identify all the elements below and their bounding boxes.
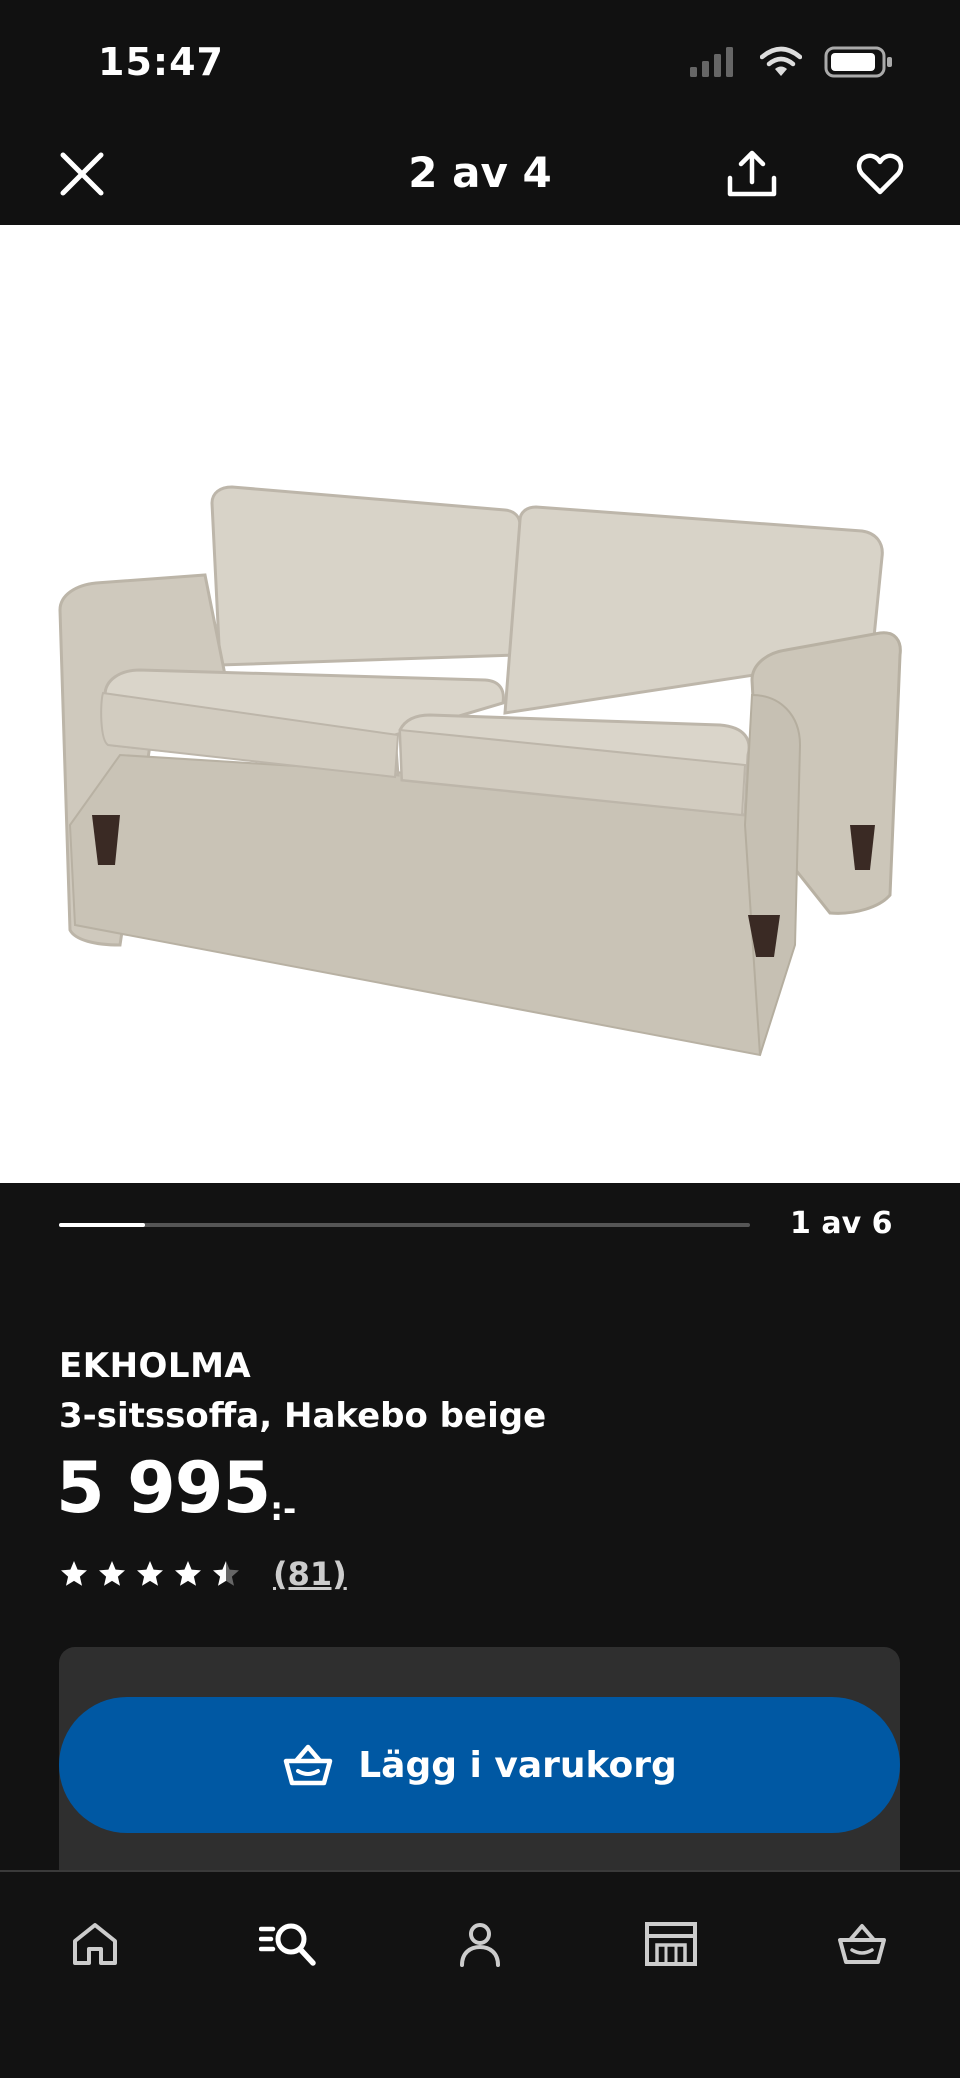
star-icon — [175, 1561, 201, 1586]
rating-stars — [59, 1559, 241, 1589]
profile-icon — [460, 1923, 500, 1967]
search-list-icon — [259, 1923, 316, 1966]
add-to-cart-label: Lägg i varukorg — [358, 1744, 677, 1786]
price-suffix: :- — [270, 1490, 297, 1528]
product-price: 5 995 :- — [56, 1447, 297, 1529]
price-amount: 5 995 — [56, 1447, 271, 1529]
star-icon — [137, 1561, 163, 1586]
image-counter: 2 av 4 — [408, 148, 552, 197]
nav-search[interactable] — [252, 1908, 324, 1980]
status-time: 15:47 — [98, 40, 224, 84]
star-icon — [61, 1561, 87, 1586]
share-icon — [727, 150, 777, 197]
top-nav: 2 av 4 — [0, 120, 960, 225]
home-icon — [73, 1923, 117, 1965]
store-icon — [645, 1922, 697, 1966]
nav-profile[interactable] — [444, 1908, 516, 1980]
gallery-progress-fill — [59, 1223, 146, 1227]
bottom-nav — [0, 1870, 960, 2078]
nav-cart[interactable] — [826, 1908, 898, 1980]
wifi-icon — [760, 46, 802, 76]
star-icon — [213, 1561, 239, 1586]
share-button[interactable] — [722, 144, 782, 204]
nav-home[interactable] — [59, 1908, 131, 1980]
product-description: 3-sitssoffa, Hakebo beige — [59, 1396, 547, 1436]
nav-store[interactable] — [635, 1908, 707, 1980]
status-icons — [690, 46, 894, 78]
cart-basket-icon — [838, 1924, 886, 1964]
status-bar: 15:47 — [0, 0, 960, 120]
favourite-button[interactable] — [850, 144, 910, 204]
heart-icon — [856, 153, 904, 195]
add-to-cart-button[interactable]: Lägg i varukorg — [59, 1697, 900, 1833]
product-name[interactable]: EKHOLMA — [59, 1346, 251, 1386]
gallery-progress-bar — [59, 1223, 750, 1227]
cart-basket-icon — [283, 1744, 333, 1786]
review-count-link[interactable]: (81) — [273, 1555, 347, 1593]
product-rating[interactable]: (81) — [59, 1555, 347, 1593]
star-icon — [99, 1561, 125, 1586]
product-image[interactable] — [0, 225, 960, 1183]
gallery-counter: 1 av 6 — [790, 1206, 893, 1241]
battery-icon — [824, 46, 892, 78]
sofa-image — [58, 485, 902, 1057]
signal-icon — [690, 47, 733, 77]
